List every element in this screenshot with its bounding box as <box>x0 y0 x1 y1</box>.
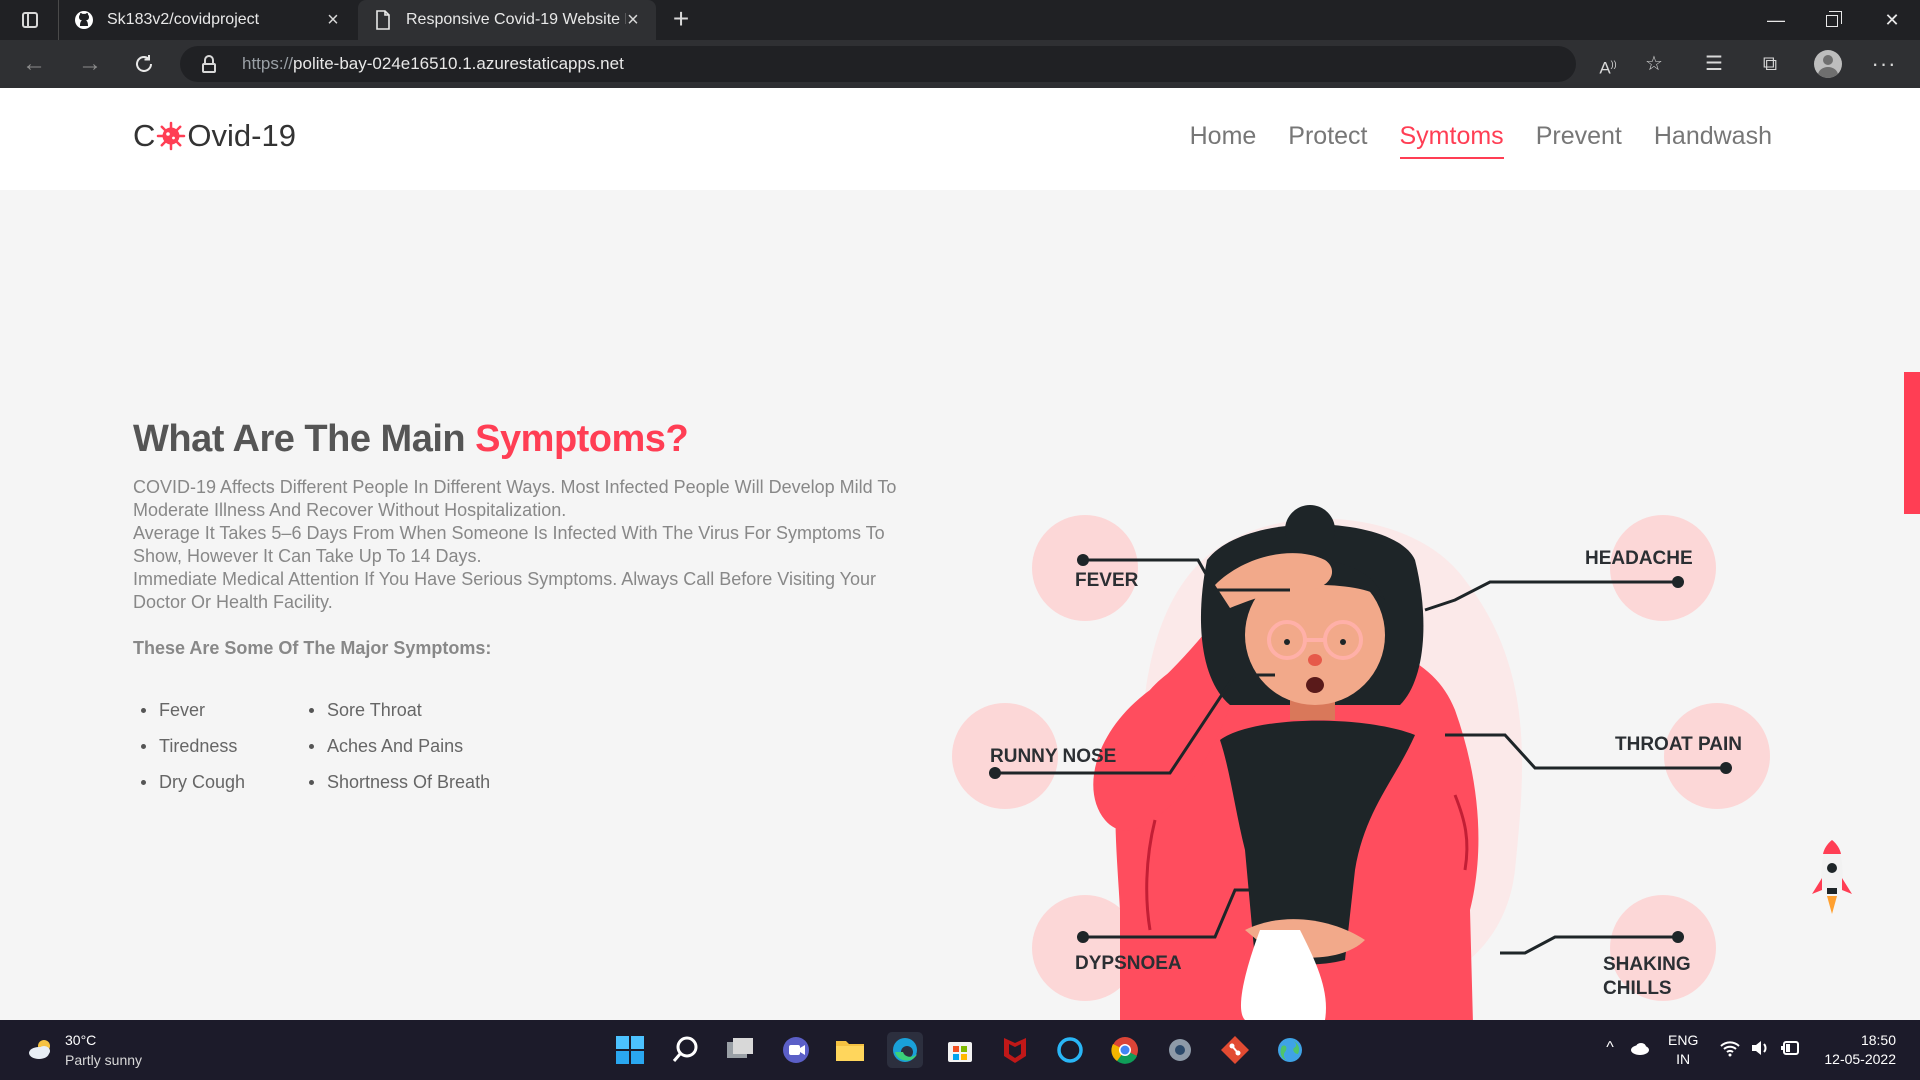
throat-pain-circle <box>1664 703 1770 809</box>
close-icon[interactable]: × <box>324 10 342 30</box>
nav-handwash[interactable]: Handwash <box>1654 122 1772 159</box>
mcafee-icon[interactable] <box>997 1032 1033 1068</box>
minimize-icon[interactable]: — <box>1748 0 1804 40</box>
symptoms-illustration: FEVER HEADACHE RUNNY NOSE THROAT PAIN DY… <box>952 505 1770 1080</box>
cortana-icon[interactable] <box>1052 1032 1088 1068</box>
windows-start-icon[interactable] <box>612 1032 648 1068</box>
volume-icon[interactable] <box>1748 1036 1772 1060</box>
settings-gear-icon[interactable] <box>1162 1032 1198 1068</box>
label-headache: HEADACHE <box>1585 548 1693 569</box>
chevron-up-icon[interactable]: ^ <box>1598 1036 1622 1060</box>
close-icon[interactable]: × <box>624 10 642 30</box>
virus-icon <box>157 121 186 151</box>
back-to-top-rocket-icon[interactable] <box>1808 838 1856 922</box>
collections-icon[interactable]: ⧉ <box>1756 50 1784 78</box>
new-tab-plus-icon[interactable]: + <box>668 5 694 33</box>
lock-icon[interactable] <box>202 55 216 73</box>
microsoft-store-icon[interactable] <box>942 1032 978 1068</box>
language-indicator[interactable]: ENG IN <box>1668 1031 1698 1069</box>
tab-title: Responsive Covid-19 Website De <box>406 11 626 28</box>
label-fever: FEVER <box>1075 570 1139 591</box>
section-description: COVID-19 Affects Different People In Dif… <box>133 476 933 660</box>
section-heading: What Are The Main Symptoms? <box>133 418 689 460</box>
onedrive-cloud-icon[interactable] <box>1628 1036 1652 1060</box>
label-chills: CHILLS <box>1603 978 1672 999</box>
list-item: Fever <box>133 692 301 728</box>
nav-prevent[interactable]: Prevent <box>1536 122 1622 159</box>
more-options-icon[interactable]: ··· <box>1870 50 1898 78</box>
url-input[interactable]: https://polite-bay-024e16510.1.azurestat… <box>180 46 1576 82</box>
fever-circle <box>1032 515 1138 621</box>
list-title: These Are Some Of The Major Symptoms: <box>133 638 492 658</box>
chrome-icon[interactable] <box>1107 1032 1143 1068</box>
partly-sunny-icon[interactable] <box>26 1034 56 1064</box>
logo-suffix: Ovid-19 <box>187 118 296 153</box>
restore-icon[interactable] <box>1804 0 1860 40</box>
browser-tab-bar: Sk183v2/covidproject × Responsive Covid-… <box>0 0 1920 40</box>
paragraph: Immediate Medical Attention If You Have … <box>133 569 877 612</box>
browser-tab-github[interactable]: Sk183v2/covidproject × <box>58 0 356 40</box>
list-item: Aches And Pains <box>301 728 521 764</box>
file-explorer-icon[interactable] <box>832 1032 868 1068</box>
list-item: Shortness Of Breath <box>301 764 521 800</box>
git-icon[interactable] <box>1217 1032 1253 1068</box>
label-dypsnoea: DYPSNOEA <box>1075 953 1182 974</box>
site-logo[interactable]: C Ovid-19 <box>133 118 296 154</box>
system-clock[interactable]: 18:50 12-05-2022 <box>1818 1031 1896 1069</box>
tab-title: Sk183v2/covidproject <box>107 11 260 28</box>
back-arrow-icon[interactable]: ← <box>18 48 50 80</box>
wifi-icon[interactable] <box>1718 1036 1742 1060</box>
site-header: C Ovid-19 Home Protect Symtoms Prevent H… <box>0 88 1920 190</box>
label-runny-nose: RUNNY NOSE <box>990 746 1116 767</box>
symptom-column: Sore Throat Aches And Pains Shortness Of… <box>301 692 521 800</box>
globe-app-icon[interactable] <box>1272 1032 1308 1068</box>
task-view-icon[interactable] <box>722 1032 758 1068</box>
symptom-column: Fever Tiredness Dry Cough <box>133 692 301 800</box>
list-item: Tiredness <box>133 728 301 764</box>
hair-bun <box>1285 505 1335 555</box>
symptoms-section: What Are The Main Symptoms? COVID-19 Aff… <box>0 190 1920 1080</box>
label-shaking: SHAKING <box>1603 954 1691 975</box>
list-item: Sore Throat <box>301 692 521 728</box>
nav-home[interactable]: Home <box>1190 122 1257 159</box>
favorites-icon[interactable]: ☰ <box>1700 50 1728 78</box>
paragraph: COVID-19 Affects Different People In Dif… <box>133 477 897 520</box>
browser-tab-covid[interactable]: Responsive Covid-19 Website De × <box>358 0 656 40</box>
teams-chat-icon[interactable] <box>778 1032 814 1068</box>
browser-address-bar: ← → https://polite-bay-024e16510.1.azure… <box>0 40 1920 88</box>
main-nav: Home Protect Symtoms Prevent Handwash <box>1158 122 1772 159</box>
tab-actions-icon[interactable] <box>14 8 44 32</box>
url-text: https://polite-bay-024e16510.1.azurestat… <box>242 54 624 73</box>
logo-prefix: C <box>133 118 156 153</box>
forward-arrow-icon[interactable]: → <box>74 48 106 80</box>
add-favorite-icon[interactable]: ☆ <box>1640 50 1668 78</box>
list-item: Dry Cough <box>133 764 301 800</box>
battery-icon[interactable] <box>1778 1036 1802 1060</box>
nav-protect[interactable]: Protect <box>1288 122 1367 159</box>
reload-icon[interactable] <box>128 48 160 80</box>
windows-taskbar: 30°C Partly sunny ^ ENG IN 18:50 12-05-2… <box>0 1020 1920 1080</box>
page-scrollbar-thumb[interactable] <box>1904 372 1920 514</box>
edge-browser-icon[interactable] <box>887 1032 923 1068</box>
window-close-icon[interactable]: ✕ <box>1864 0 1920 40</box>
profile-avatar[interactable] <box>1814 50 1842 78</box>
label-throat-pain: THROAT PAIN <box>1615 734 1742 755</box>
weather-temperature[interactable]: 30°C <box>65 1032 96 1048</box>
paragraph: Average It Takes 5–6 Days From When Some… <box>133 523 885 566</box>
search-icon[interactable] <box>668 1032 704 1068</box>
symptom-list: Fever Tiredness Dry Cough Sore Throat Ac… <box>133 692 521 800</box>
github-icon <box>73 9 95 31</box>
read-aloud-icon[interactable]: A)) <box>1594 50 1622 78</box>
page-icon <box>372 9 394 31</box>
nav-symtoms[interactable]: Symtoms <box>1399 122 1504 159</box>
weather-description[interactable]: Partly sunny <box>65 1052 142 1068</box>
